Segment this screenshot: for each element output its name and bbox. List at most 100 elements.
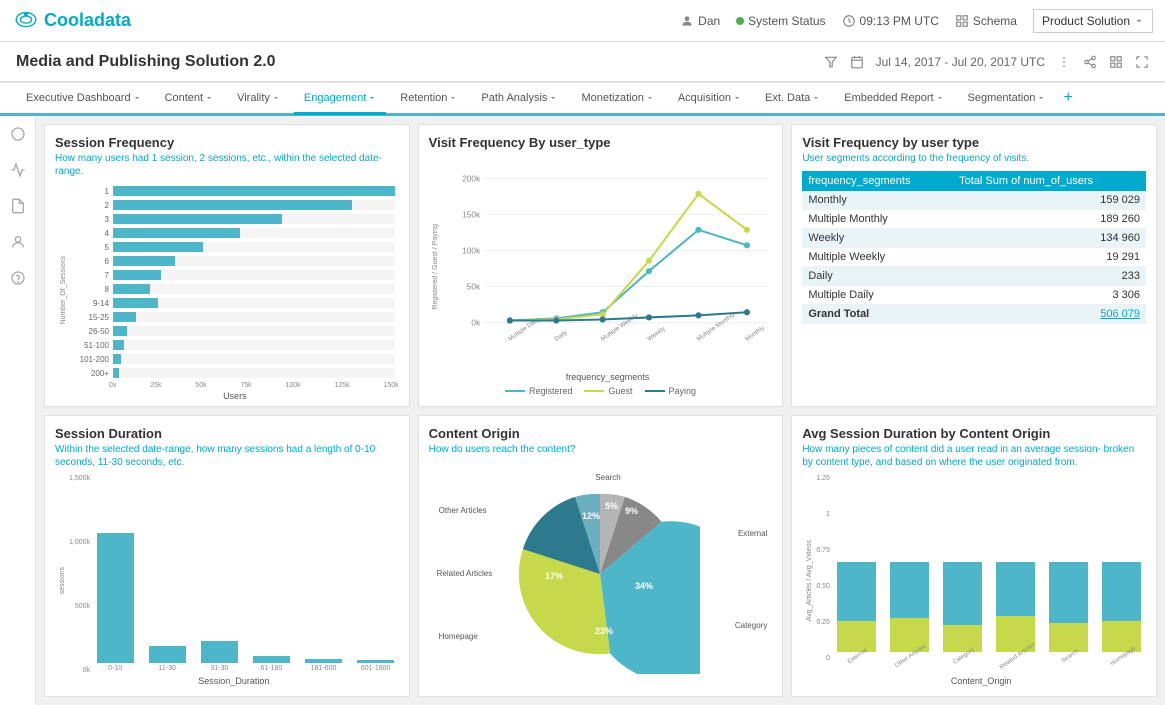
filter-icon[interactable] xyxy=(824,55,838,69)
table-row-grand-total: Grand Total506 079 xyxy=(802,305,1146,324)
x-axis-ticks: 0x25k50k75k100k125k150k xyxy=(71,380,399,389)
tab-content[interactable]: Content xyxy=(155,84,224,112)
svg-text:Multiple Weekly: Multiple Weekly xyxy=(599,312,639,343)
status-dot xyxy=(736,17,744,25)
pie-label-category: Category xyxy=(735,621,767,630)
avg-session-duration-panel: Avg Session Duration by Content Origin H… xyxy=(791,415,1157,698)
avg-bar-category-blue xyxy=(943,562,982,625)
expand-icon[interactable] xyxy=(1135,55,1149,69)
hbar-row-1: 1 xyxy=(71,184,395,198)
grid-icon[interactable] xyxy=(1109,55,1123,69)
session-bar-181-600 xyxy=(305,659,342,663)
user-menu[interactable]: Dan xyxy=(680,14,720,28)
schema-menu[interactable]: Schema xyxy=(955,14,1017,28)
tab-executive-dashboard[interactable]: Executive Dashboard xyxy=(16,84,151,112)
session-bar-0-10 xyxy=(97,533,134,663)
line-chart-legend: Registered Guest Paying xyxy=(429,386,773,396)
tab-engagement[interactable]: Engagement xyxy=(294,84,386,115)
title-bar: Media and Publishing Solution 2.0 Jul 14… xyxy=(0,42,1165,82)
tab-virality[interactable]: Virality xyxy=(227,84,290,112)
session-bar-61-180 xyxy=(253,656,290,663)
session-bar-31-60 xyxy=(201,641,238,663)
legend-registered: Registered xyxy=(505,386,573,396)
hbar-row-4: 4 xyxy=(71,226,395,240)
table-row-multiple-monthly: Multiple Monthly189 260 xyxy=(802,210,1146,229)
dashboard: Session Frequency How many users had 1 s… xyxy=(36,116,1165,705)
avg-session-subtitle: How many pieces of content did a user re… xyxy=(802,443,1146,469)
avg-bar-related-blue xyxy=(996,562,1035,616)
pie-label-related-articles: Related Articles xyxy=(437,569,493,578)
logo: Cooladata xyxy=(12,7,131,35)
pie-label-homepage: Homepage xyxy=(439,632,478,641)
session-duration-title: Session Duration xyxy=(55,426,399,441)
content-origin-title: Content Origin xyxy=(429,426,773,441)
share-icon[interactable] xyxy=(1083,55,1097,69)
session-frequency-subtitle: How many users had 1 session, 2 sessions… xyxy=(55,152,399,178)
content-origin-subtitle: How do users reach the content? xyxy=(429,443,773,456)
x-axis-label-content-origin: Content_Origin xyxy=(816,676,1146,686)
sidebar-icon-users[interactable] xyxy=(8,232,28,252)
hbar-row-6: 6 xyxy=(71,254,395,268)
add-tab-button[interactable]: + xyxy=(1063,89,1072,107)
tab-embedded-report[interactable]: Embedded Report xyxy=(834,84,953,112)
sidebar-icon-home[interactable] xyxy=(8,124,28,144)
session-bar-11-30 xyxy=(149,646,186,663)
avg-bar-other-blue xyxy=(890,562,929,618)
pie-label-other-articles: Other Articles xyxy=(439,506,487,515)
sidebar-icon-file[interactable] xyxy=(8,196,28,216)
legend-paying: Paying xyxy=(645,386,697,396)
sidebar-icon-help[interactable] xyxy=(8,268,28,288)
tab-path-analysis[interactable]: Path Analysis xyxy=(471,84,567,112)
calendar-icon[interactable] xyxy=(850,55,864,69)
system-status[interactable]: System Status xyxy=(736,14,825,28)
content-origin-panel: Content Origin How do users reach the co… xyxy=(418,415,784,698)
legend-guest: Guest xyxy=(584,386,632,396)
product-selector[interactable]: Product Solution xyxy=(1033,9,1153,33)
svg-text:34%: 34% xyxy=(635,581,653,591)
svg-text:5%: 5% xyxy=(605,501,618,511)
hbar-row-3: 3 xyxy=(71,212,395,226)
hbar-row-51-100: 51-100 xyxy=(71,338,395,352)
svg-text:100k: 100k xyxy=(462,247,481,256)
avg-bar-external-blue xyxy=(837,562,876,621)
avg-session-bar-chart: External Other Articles xyxy=(832,562,1146,662)
time-display: 09:13 PM UTC xyxy=(842,14,939,28)
svg-text:9%: 9% xyxy=(625,506,638,516)
y-axis-label-avg: Avg_Articles / Avg_Videos xyxy=(806,540,813,621)
pie-chart-container: Other Articles Search External Category … xyxy=(429,462,773,687)
table-row-multiple-daily: Multiple Daily3 306 xyxy=(802,286,1146,305)
y-axis-label-sessions2: sessions xyxy=(59,567,66,594)
tab-monetization[interactable]: Monetization xyxy=(571,84,663,112)
avg-bar-homepage-blue xyxy=(1102,562,1141,621)
visit-frequency-line-panel: Visit Frequency By user_type Registered … xyxy=(418,124,784,407)
x-axis-label-session-duration: Session_Duration xyxy=(69,676,399,686)
more-options-icon[interactable] xyxy=(1057,55,1071,69)
hbar-chart: 1 2 3 4 5 6 7 8 9-14 15-25 26-50 51-100 xyxy=(71,184,399,380)
svg-text:12%: 12% xyxy=(582,511,600,521)
visit-frequency-table-subtitle: User segments according to the frequency… xyxy=(802,152,1146,165)
sidebar-icon-chart[interactable] xyxy=(8,160,28,180)
y-axis-label-registered: Registered / Guest / Paying xyxy=(432,224,439,310)
pie-label-search: Search xyxy=(595,473,620,482)
svg-text:50k: 50k xyxy=(466,283,480,292)
avg-session-title: Avg Session Duration by Content Origin xyxy=(802,426,1146,441)
frequency-table: frequency_segments Total Sum of num_of_u… xyxy=(802,171,1146,324)
tab-segmentation[interactable]: Segmentation xyxy=(958,84,1056,112)
hbar-row-8: 8 xyxy=(71,282,395,296)
hbar-row-101-200: 101-200 xyxy=(71,352,395,366)
session-frequency-chart: Number_Of_Sessions 1 2 3 4 5 6 7 8 xyxy=(55,184,399,396)
table-row-multiple-weekly: Multiple Weekly19 291 xyxy=(802,248,1146,267)
session-bar-601-1800 xyxy=(357,660,394,663)
pie-label-external: External xyxy=(738,529,767,538)
y-axis-values-sessions: 1,500k1,000k500k0k xyxy=(69,475,92,675)
tab-acquisition[interactable]: Acquisition xyxy=(668,84,751,112)
hbar-row-5: 5 xyxy=(71,240,395,254)
top-nav-right: Dan System Status 09:13 PM UTC Schema Pr… xyxy=(680,9,1153,33)
tab-ext-data[interactable]: Ext. Data xyxy=(755,84,830,112)
col-header-segment: frequency_segments xyxy=(802,171,953,191)
tab-retention[interactable]: Retention xyxy=(390,84,467,112)
pie-chart-svg: 34% 23% 17% 12% 9% 5% xyxy=(500,474,700,674)
avg-bar-search-blue xyxy=(1049,562,1088,623)
hbar-row-15-25: 15-25 xyxy=(71,310,395,324)
session-frequency-title: Session Frequency xyxy=(55,135,399,150)
